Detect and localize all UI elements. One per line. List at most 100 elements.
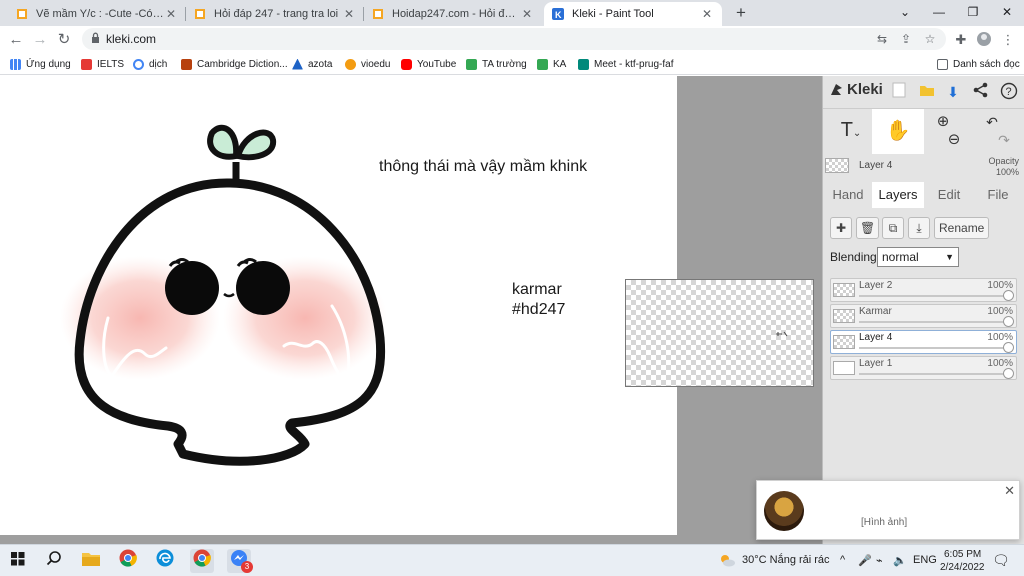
bookmark-item[interactable]: YouTube <box>401 56 456 72</box>
clock-date[interactable]: 2/24/2022 <box>940 562 985 573</box>
bookmark-star-icon[interactable]: ☆ <box>922 31 938 47</box>
tab-edit[interactable]: Edit <box>926 182 972 208</box>
reload-icon[interactable]: ↻ <box>54 30 74 50</box>
help-icon[interactable]: ? <box>999 82 1019 102</box>
show-hidden-icons-icon[interactable]: ^ <box>840 554 845 566</box>
search-icon[interactable] <box>42 549 66 573</box>
layer-item[interactable]: Layer 1 100% <box>830 356 1017 380</box>
slider-knob[interactable] <box>1003 316 1014 327</box>
slider-knob[interactable] <box>1003 368 1014 379</box>
share-icon[interactable]: ⇪ <box>898 31 914 47</box>
layer-opacity-slider[interactable] <box>859 347 1009 349</box>
microphone-icon[interactable]: 🎤 <box>858 554 872 567</box>
close-icon[interactable]: ✕ <box>1004 483 1015 499</box>
kleki-logo-icon <box>831 84 842 95</box>
bookmark-item[interactable]: azota <box>292 56 332 72</box>
drawing-canvas[interactable]: thông thái mà vậy mầm khink karmar #hd24… <box>0 76 677 535</box>
network-icon[interactable]: ⌁ <box>876 554 883 567</box>
zoom-out-icon[interactable]: ⊖ <box>941 131 967 149</box>
rename-layer-button[interactable]: Rename <box>934 217 990 239</box>
browser-tab[interactable]: Hoidap247.com - Hỏi đáp online ✕ <box>364 2 542 26</box>
duplicate-layer-button[interactable]: ⧉ <box>882 217 904 239</box>
redo-icon[interactable]: ↷ <box>989 131 1019 149</box>
download-icon[interactable]: ⬇ <box>943 82 963 102</box>
merge-down-button[interactable]: ⤓ <box>908 217 930 239</box>
restore-icon[interactable]: ❐ <box>958 2 988 24</box>
layer-item-selected[interactable]: Layer 4 100% <box>830 330 1017 354</box>
file-explorer-icon[interactable] <box>79 549 103 573</box>
profile-avatar-icon[interactable] <box>976 31 992 49</box>
zoom-in-icon[interactable]: ⊕ <box>919 113 967 131</box>
layer-opacity-slider[interactable] <box>859 295 1009 297</box>
bookmark-item[interactable]: dịch <box>133 56 167 72</box>
browser-tab-active[interactable]: K Kleki - Paint Tool ✕ <box>544 2 722 26</box>
layer-item[interactable]: Karmar 100% <box>830 304 1017 328</box>
layer-preview-navigator[interactable] <box>625 279 814 387</box>
hand-tool-icon[interactable]: ✋ <box>872 109 924 154</box>
messenger-icon[interactable]: 3 <box>227 549 253 573</box>
close-tab-icon[interactable]: ✕ <box>520 7 534 21</box>
layer-opacity-slider[interactable] <box>859 321 1009 323</box>
reading-list[interactable]: Danh sách đọc <box>937 56 1020 72</box>
chat-notification[interactable]: [Hình ảnh] ✕ <box>756 480 1020 540</box>
bookmark-item[interactable]: Meet - ktf-prug-faf <box>578 56 673 72</box>
tab-hand[interactable]: Hand <box>825 182 871 208</box>
browser-tab[interactable]: Hỏi đáp 247 - trang tra loi ✕ <box>186 2 364 26</box>
bookmark-item[interactable]: TA trường <box>466 56 527 72</box>
delete-layer-button[interactable]: 🗑 <box>856 217 880 239</box>
open-folder-icon[interactable] <box>917 82 937 102</box>
ielts-icon <box>81 58 92 70</box>
classroom-icon <box>537 58 548 70</box>
browser-tab[interactable]: Vẽ mầm Y/c : -Cute -Có màu -Có ✕ <box>8 2 186 26</box>
browser-toolbar: ← → ↻ kleki.com ⇆ ⇪ ☆ ✚ ⋮ <box>0 26 1024 53</box>
bookmark-item[interactable]: IELTS <box>81 56 124 72</box>
tab-layers[interactable]: Layers <box>872 182 924 208</box>
undo-icon[interactable]: ↶ <box>965 113 1019 131</box>
reading-list-icon <box>937 58 948 70</box>
layer-opacity-slider[interactable] <box>859 373 1009 375</box>
forward-icon[interactable]: → <box>30 30 50 50</box>
new-image-icon[interactable] <box>889 82 909 102</box>
blending-select[interactable]: normal ▼ <box>877 247 959 267</box>
minimize-icon[interactable]: — <box>924 2 954 24</box>
slider-knob[interactable] <box>1003 290 1014 301</box>
address-bar[interactable]: kleki.com ⇆ ⇪ ☆ <box>82 28 946 50</box>
translate-icon[interactable]: ⇆ <box>874 31 890 47</box>
google-icon <box>133 58 144 70</box>
clock-time[interactable]: 6:05 PM <box>944 549 981 560</box>
chrome-active-icon[interactable] <box>190 549 214 573</box>
kleki-favicon-icon: K <box>552 8 564 20</box>
bookmark-item[interactable]: vioedu <box>345 56 390 72</box>
bookmark-item[interactable]: KA <box>537 56 566 72</box>
weather-text[interactable]: 30°C Nắng rải rác <box>742 554 830 566</box>
edge-icon[interactable] <box>153 549 177 573</box>
canvas-text-caption: thông thái mà vậy mầm khink <box>379 158 588 175</box>
bookmark-item[interactable]: Ứng dụng <box>10 56 71 72</box>
action-center-icon[interactable]: 🗨 <box>992 552 1010 569</box>
tab-search-icon[interactable]: ⌄ <box>890 2 920 24</box>
layer-item[interactable]: Layer 2 100% <box>830 278 1017 302</box>
close-tab-icon[interactable]: ✕ <box>342 7 356 21</box>
text-tool-icon[interactable]: T⌄ <box>831 109 871 154</box>
volume-icon[interactable]: 🔈 <box>893 554 907 567</box>
classroom-icon <box>466 58 477 70</box>
lock-icon <box>91 32 100 47</box>
slider-knob[interactable] <box>1003 342 1014 353</box>
browser-menu-icon[interactable]: ⋮ <box>1000 31 1016 49</box>
close-tab-icon[interactable]: ✕ <box>700 7 714 21</box>
bookmark-item[interactable]: Cambridge Diction... <box>181 56 288 72</box>
share-icon[interactable] <box>971 82 991 102</box>
back-icon[interactable]: ← <box>6 30 26 50</box>
chrome-icon[interactable] <box>116 549 140 573</box>
extensions-icon[interactable]: ✚ <box>953 31 969 49</box>
close-tab-icon[interactable]: ✕ <box>164 7 178 21</box>
close-window-icon[interactable]: ✕ <box>992 2 1022 24</box>
language-indicator[interactable]: ENG <box>913 554 937 566</box>
add-layer-button[interactable]: ✚ <box>830 217 852 239</box>
windows-start-icon[interactable] <box>6 549 30 573</box>
tab-file[interactable]: File <box>975 182 1021 208</box>
new-tab-button[interactable]: + <box>732 3 750 23</box>
vioedu-icon <box>345 58 356 70</box>
trash-icon: 🗑 <box>860 221 876 235</box>
kleki-side-panel: Kleki ⬇ ? T⌄ ✋ ⊕ ⊖ ↶ ↷ Layer 4 Opacity 1… <box>822 76 1024 544</box>
